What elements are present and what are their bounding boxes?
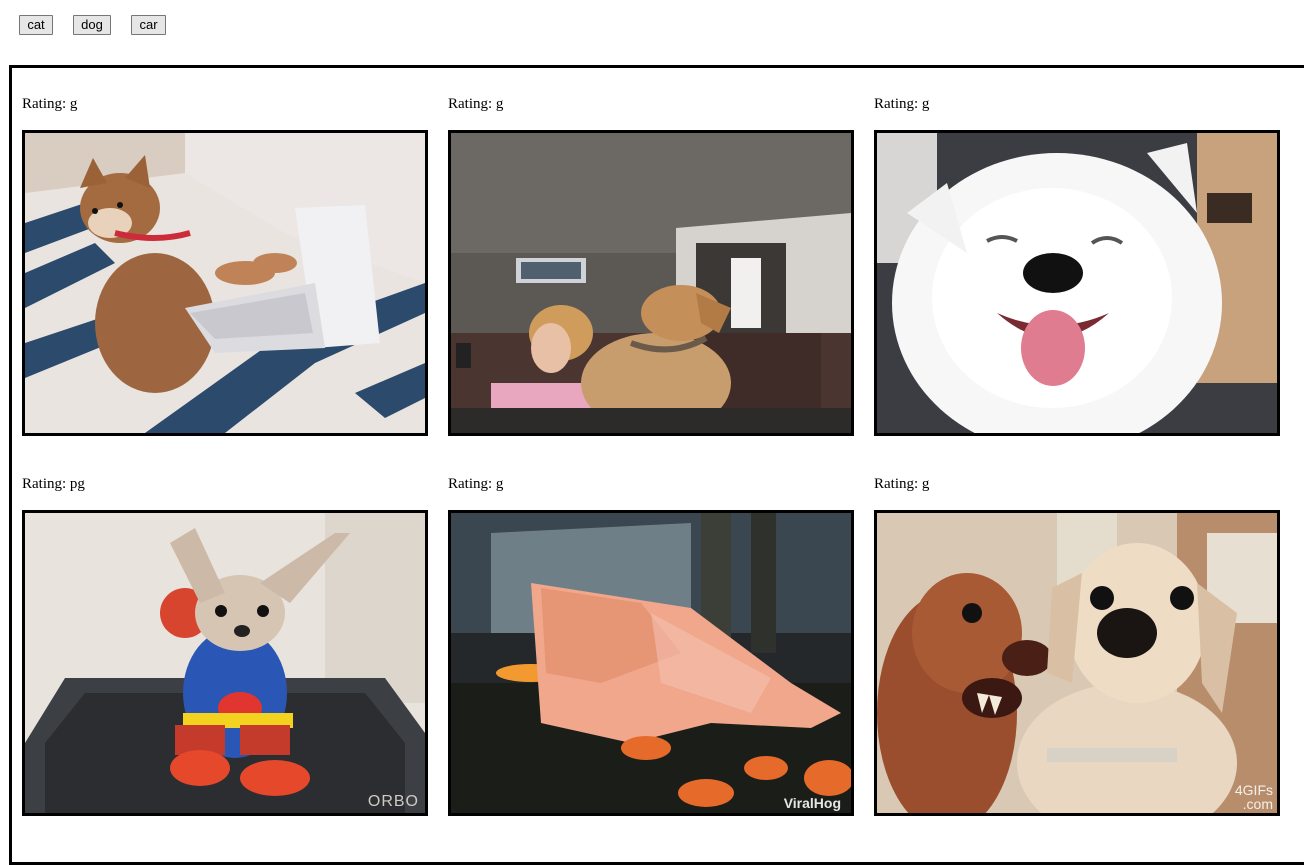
- gif-image-ghost-dog[interactable]: ViralHog: [448, 510, 854, 816]
- gif-image-shiba-laptop[interactable]: [22, 130, 428, 436]
- gif-image-chihuahua-superman[interactable]: ORBO: [22, 510, 428, 816]
- topic-button-car[interactable]: car: [131, 15, 166, 35]
- gif-watermark: ViralHog: [783, 795, 841, 811]
- rating-label: Rating: g: [874, 96, 930, 112]
- gif-picture: [451, 133, 851, 433]
- topic-button-cat[interactable]: cat: [19, 15, 53, 35]
- gif-gallery: Rating: g Rating: g Rating: g Rating: pg…: [9, 65, 1304, 865]
- gif-image-dog-couch[interactable]: [448, 130, 854, 436]
- gif-picture: [877, 133, 1277, 433]
- gif-image-two-dogs[interactable]: 4GIFs .com: [874, 510, 1280, 816]
- rating-label: Rating: g: [874, 476, 930, 492]
- topic-button-dog[interactable]: dog: [73, 15, 111, 35]
- gif-picture: [25, 513, 425, 813]
- gif-watermark: ORBO: [367, 793, 419, 810]
- gif-picture: [451, 513, 851, 813]
- rating-label: Rating: g: [22, 96, 78, 112]
- gif-picture: [25, 133, 425, 433]
- rating-label: Rating: pg: [22, 476, 85, 492]
- gif-watermark: 4GIFs .com: [1234, 782, 1273, 812]
- gif-picture: [877, 513, 1277, 813]
- rating-label: Rating: g: [448, 96, 504, 112]
- rating-label: Rating: g: [448, 476, 504, 492]
- gif-image-samoyed[interactable]: [874, 130, 1280, 436]
